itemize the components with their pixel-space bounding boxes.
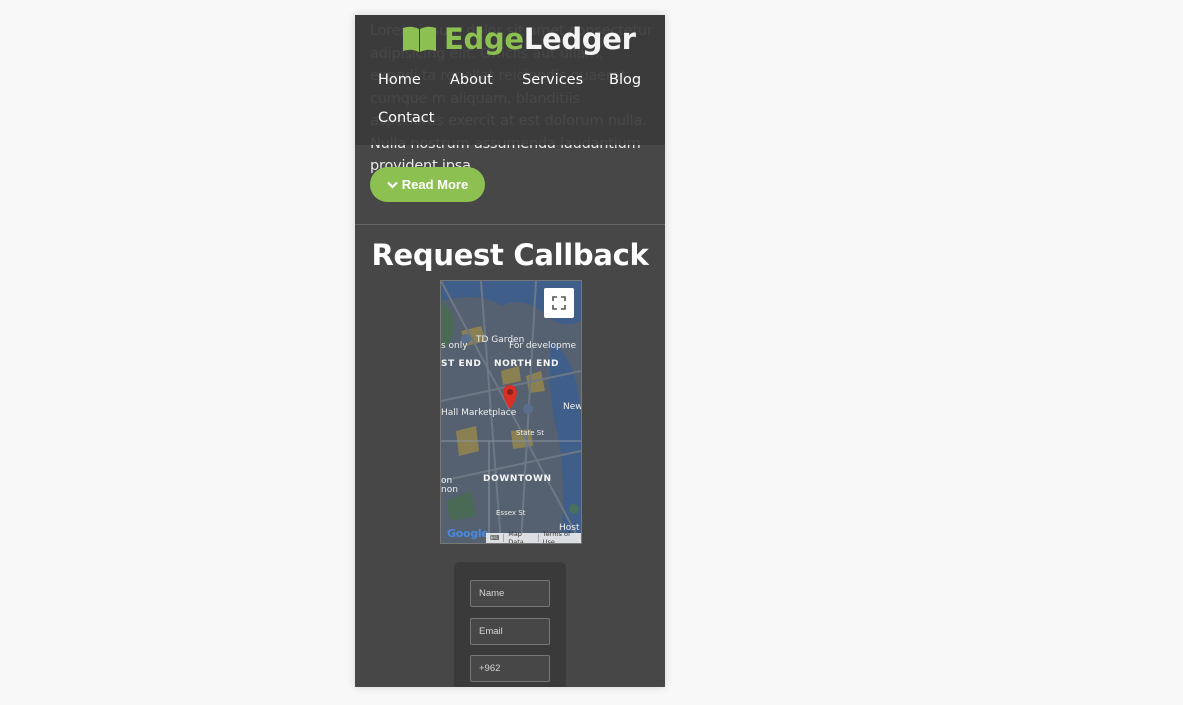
callback-title: Request Callback [371, 238, 649, 272]
terms-link[interactable]: Terms of Use [539, 530, 581, 543]
fullscreen-icon [552, 296, 566, 310]
map-label: Essex St [496, 509, 526, 517]
map-label: s only [441, 341, 468, 351]
keyboard-icon[interactable]: ⌨ [486, 534, 503, 542]
mobile-viewport: Lorem ipsum dolor sit amet consectetur a… [355, 15, 665, 687]
map-label: non [441, 485, 458, 495]
map-data-link[interactable]: Map Data [504, 530, 538, 543]
location-map[interactable]: TD Garden s only For developme ST END NO… [440, 280, 582, 544]
section-divider [355, 224, 665, 225]
nav-item-about[interactable]: About [450, 72, 493, 88]
map-label: DOWNTOWN [483, 474, 552, 484]
phone-field[interactable] [470, 655, 550, 682]
nav-item-blog[interactable]: Blog [609, 72, 641, 88]
brand-name-part1: Edge [444, 22, 524, 56]
map-label: State St [516, 429, 544, 437]
site-header: EdgeLedger Home About Services Blog Cont… [355, 15, 665, 145]
map-footer: ⌨ Map Data Terms of Use [486, 530, 581, 543]
google-logo: Google [447, 527, 489, 540]
brand-logo[interactable]: EdgeLedger [402, 21, 636, 57]
map-label: For developme [509, 341, 577, 351]
brand-name-part2: Ledger [523, 22, 636, 56]
chevron-down-icon [386, 181, 398, 189]
nav-item-services[interactable]: Services [522, 72, 583, 88]
nav-item-home[interactable]: Home [378, 72, 421, 88]
read-more-label: Read More [401, 177, 469, 192]
map-fullscreen-button[interactable] [544, 288, 574, 318]
map-label: Hall Marketplace [441, 408, 517, 418]
map-label: NORTH END [494, 359, 560, 369]
map-label: ST END [441, 359, 482, 369]
name-field[interactable] [470, 580, 550, 607]
read-more-button[interactable]: Read More [370, 167, 485, 202]
callback-form [454, 562, 566, 687]
email-field[interactable] [470, 618, 550, 645]
open-book-icon [403, 26, 436, 52]
nav-item-contact[interactable]: Contact [378, 110, 434, 126]
map-label: New [563, 402, 582, 412]
